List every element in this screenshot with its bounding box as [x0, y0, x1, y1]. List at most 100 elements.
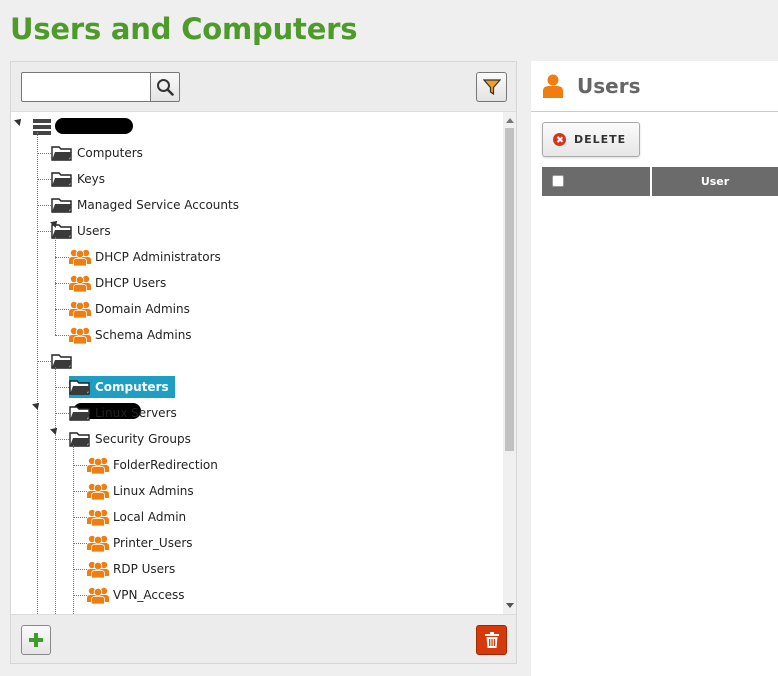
tree-footer — [11, 615, 516, 664]
scroll-up-arrow-icon[interactable] — [506, 118, 514, 123]
tree-item-group[interactable]: DHCP Users — [69, 272, 169, 294]
tree-connector — [55, 367, 56, 614]
group-icon — [87, 457, 109, 474]
tree-connector — [73, 465, 87, 466]
tree-panel: Computers Keys Managed Service Accounts Use… — [10, 61, 517, 664]
tree-item-group[interactable]: FolderRedirection — [87, 454, 221, 476]
tree-connector — [73, 569, 87, 570]
users-panel-title: Users — [577, 74, 641, 98]
group-icon — [69, 275, 91, 292]
tree-connector — [55, 413, 69, 414]
select-all-column — [542, 167, 652, 196]
search-icon — [157, 79, 174, 96]
group-icon — [69, 327, 91, 344]
tree-item-label: Linux Admins — [113, 484, 194, 498]
tree-item-folder[interactable]: Linux Servers — [69, 402, 180, 424]
expand-toggle-icon[interactable] — [50, 425, 60, 435]
tree-item-group[interactable]: Domain Admins — [69, 298, 193, 320]
group-icon — [87, 561, 109, 578]
tree-connector — [73, 445, 74, 614]
tree-item-group[interactable]: DHCP Administrators — [69, 246, 224, 268]
tree-item-label: Printer_Users — [113, 536, 193, 550]
tree-scrollbar[interactable] — [503, 112, 516, 614]
search-button[interactable] — [150, 72, 180, 102]
plus-icon — [29, 633, 43, 647]
delete-button-label: DELETE — [574, 133, 627, 146]
tree-item-group[interactable]: Local Admin — [87, 506, 189, 528]
group-icon — [87, 535, 109, 552]
group-icon — [87, 587, 109, 604]
server-icon — [33, 119, 51, 135]
filter-icon — [482, 79, 501, 96]
tree-item-label: Keys — [77, 172, 106, 186]
tree-connector — [55, 335, 69, 336]
tree-item-folder[interactable]: Security Groups — [69, 428, 194, 450]
users-panel-header: Users — [531, 61, 778, 112]
remove-circle-icon — [553, 133, 566, 146]
tree-item-label: DHCP Users — [95, 276, 167, 290]
tree-connector — [37, 153, 51, 154]
folder-icon — [69, 406, 90, 421]
search-bar — [11, 62, 516, 111]
tree-item-label: Computers — [95, 380, 169, 394]
tree-connector — [73, 543, 87, 544]
tree-connector — [55, 387, 69, 388]
scroll-down-arrow-icon[interactable] — [506, 603, 514, 608]
tree-item-folder[interactable]: Managed Service Accounts — [51, 194, 242, 216]
tree-connector — [37, 361, 51, 362]
tree-item-label: Computers — [77, 146, 143, 160]
redacted-label — [55, 118, 133, 134]
tree-connector — [73, 517, 87, 518]
tree-item-folder[interactable]: Keys — [51, 168, 108, 190]
tree-connector — [73, 595, 87, 596]
add-button[interactable] — [21, 625, 51, 655]
group-icon — [87, 483, 109, 500]
column-header-user[interactable]: User — [652, 167, 778, 196]
tree-item-label: Schema Admins — [95, 328, 192, 342]
tree-connector — [55, 283, 69, 284]
tree-item-group[interactable]: RDP Users — [87, 558, 178, 580]
tree-connector — [37, 179, 51, 180]
folder-icon — [51, 146, 72, 161]
tree-item-label: Domain Admins — [95, 302, 190, 316]
page-title: Users and Computers — [10, 12, 358, 46]
tree-item-label: Linux Servers — [95, 406, 177, 420]
user-icon — [543, 74, 563, 98]
tree-item-label: Local Admin — [113, 510, 187, 524]
tree-item-group[interactable]: Schema Admins — [69, 324, 195, 346]
group-icon — [69, 301, 91, 318]
users-grid-header: User — [542, 167, 778, 196]
folder-icon — [69, 380, 90, 395]
tree-connector — [55, 309, 69, 310]
folder-icon — [51, 198, 72, 213]
tree-item-group[interactable]: VPN_Access — [87, 584, 188, 606]
tree-item-group[interactable]: Printer_Users — [87, 532, 196, 554]
search-input[interactable] — [21, 72, 151, 102]
scroll-thumb[interactable] — [505, 128, 514, 451]
select-all-checkbox[interactable] — [552, 175, 564, 187]
tree-item-group[interactable]: Linux Admins — [87, 480, 197, 502]
tree-item-label: DHCP Administrators — [95, 250, 221, 264]
delete-node-button[interactable] — [476, 625, 507, 655]
tree-connector — [55, 439, 69, 440]
expand-toggle-icon[interactable] — [32, 400, 42, 410]
tree-item-label: Security Groups — [95, 432, 191, 446]
tree-connector — [55, 237, 56, 335]
tree-connector — [37, 231, 51, 232]
group-icon — [69, 249, 91, 266]
delete-button[interactable]: DELETE — [542, 122, 640, 157]
tree-item-label: VPN_Access — [113, 588, 185, 602]
expand-toggle-icon[interactable] — [14, 116, 24, 126]
tree-item-folder[interactable]: Computers — [51, 142, 146, 164]
tree-view[interactable]: Computers Keys Managed Service Accounts Use… — [11, 111, 516, 615]
tree-item-folder[interactable]: Users — [51, 220, 114, 242]
group-icon — [87, 509, 109, 526]
tree-connector — [73, 491, 87, 492]
tree-connector — [37, 205, 51, 206]
filter-button[interactable] — [476, 72, 507, 102]
tree-item-folder[interactable]: Computers — [69, 376, 175, 398]
folder-icon — [51, 172, 72, 187]
tree-item-label: Managed Service Accounts — [77, 198, 239, 212]
trash-icon — [484, 632, 499, 648]
tree-item-label: FolderRedirection — [113, 458, 218, 472]
